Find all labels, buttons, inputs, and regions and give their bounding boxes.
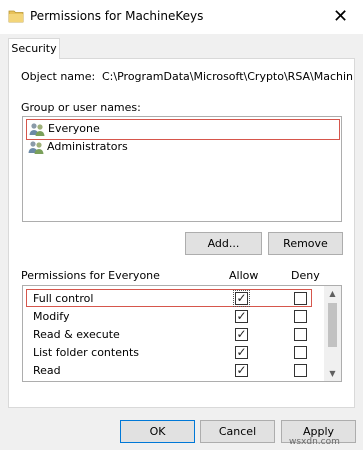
title-bar: Permissions for MachineKeys ✕: [0, 0, 363, 34]
object-name-label: Object name:: [21, 70, 96, 83]
deny-checkbox[interactable]: [294, 346, 307, 359]
permission-name: Full control: [33, 292, 94, 305]
permission-name: Modify: [33, 310, 70, 323]
deny-checkbox[interactable]: [294, 328, 307, 341]
permission-row-read-execute: Read & execute ✓: [23, 325, 326, 343]
add-button[interactable]: Add...: [185, 232, 262, 255]
tab-security[interactable]: Security: [8, 38, 60, 59]
permission-row-list-folder-contents: List folder contents ✓: [23, 343, 326, 361]
window-title: Permissions for MachineKeys: [30, 9, 204, 23]
allow-checkbox[interactable]: ✓: [235, 328, 248, 341]
folder-icon: [8, 10, 24, 23]
list-item-everyone[interactable]: Everyone: [26, 119, 340, 140]
users-icon: [29, 123, 45, 136]
permission-row-modify: Modify ✓: [23, 307, 326, 325]
allow-checkbox[interactable]: ✓: [235, 364, 248, 377]
scroll-thumb[interactable]: [328, 303, 337, 347]
allow-checkbox[interactable]: ✓: [235, 346, 248, 359]
permission-name: List folder contents: [33, 346, 139, 359]
deny-checkbox[interactable]: [294, 364, 307, 377]
deny-column-header: Deny: [291, 269, 320, 282]
group-or-user-list[interactable]: Everyone Administrators: [22, 116, 342, 222]
permission-name: Read: [33, 364, 61, 377]
permission-row-full-control: Full control ✓: [23, 289, 326, 307]
remove-button[interactable]: Remove: [268, 232, 343, 255]
allow-checkbox[interactable]: ✓: [233, 290, 250, 307]
close-button[interactable]: ✕: [318, 0, 363, 34]
allow-checkbox[interactable]: ✓: [235, 310, 248, 323]
permission-name: Read & execute: [33, 328, 120, 341]
deny-checkbox[interactable]: [294, 292, 307, 305]
group-or-user-names-label: Group or user names:: [21, 101, 141, 114]
scroll-up-arrow-icon[interactable]: ▲: [324, 286, 341, 301]
allow-column-header: Allow: [229, 269, 259, 282]
permission-row-read: Read ✓: [23, 361, 326, 379]
list-item-administrators[interactable]: Administrators: [26, 138, 338, 157]
users-icon: [28, 141, 44, 154]
deny-checkbox[interactable]: [294, 310, 307, 323]
permissions-scrollbar[interactable]: ▲ ▼: [324, 286, 341, 381]
list-item-label: Everyone: [48, 122, 100, 135]
cancel-button[interactable]: Cancel: [200, 420, 275, 443]
list-item-label: Administrators: [47, 140, 128, 153]
scroll-down-arrow-icon[interactable]: ▼: [324, 366, 341, 381]
object-name-value: C:\ProgramData\Microsoft\Crypto\RSA\Mach…: [102, 70, 353, 83]
watermark: wsxdn.com: [289, 437, 340, 447]
ok-button[interactable]: OK: [120, 420, 195, 443]
permissions-for-label: Permissions for Everyone: [21, 269, 160, 282]
permissions-table: Full control ✓ Modify ✓ Read & execute ✓…: [22, 285, 342, 382]
permission-row-partial: ✓: [23, 379, 326, 381]
